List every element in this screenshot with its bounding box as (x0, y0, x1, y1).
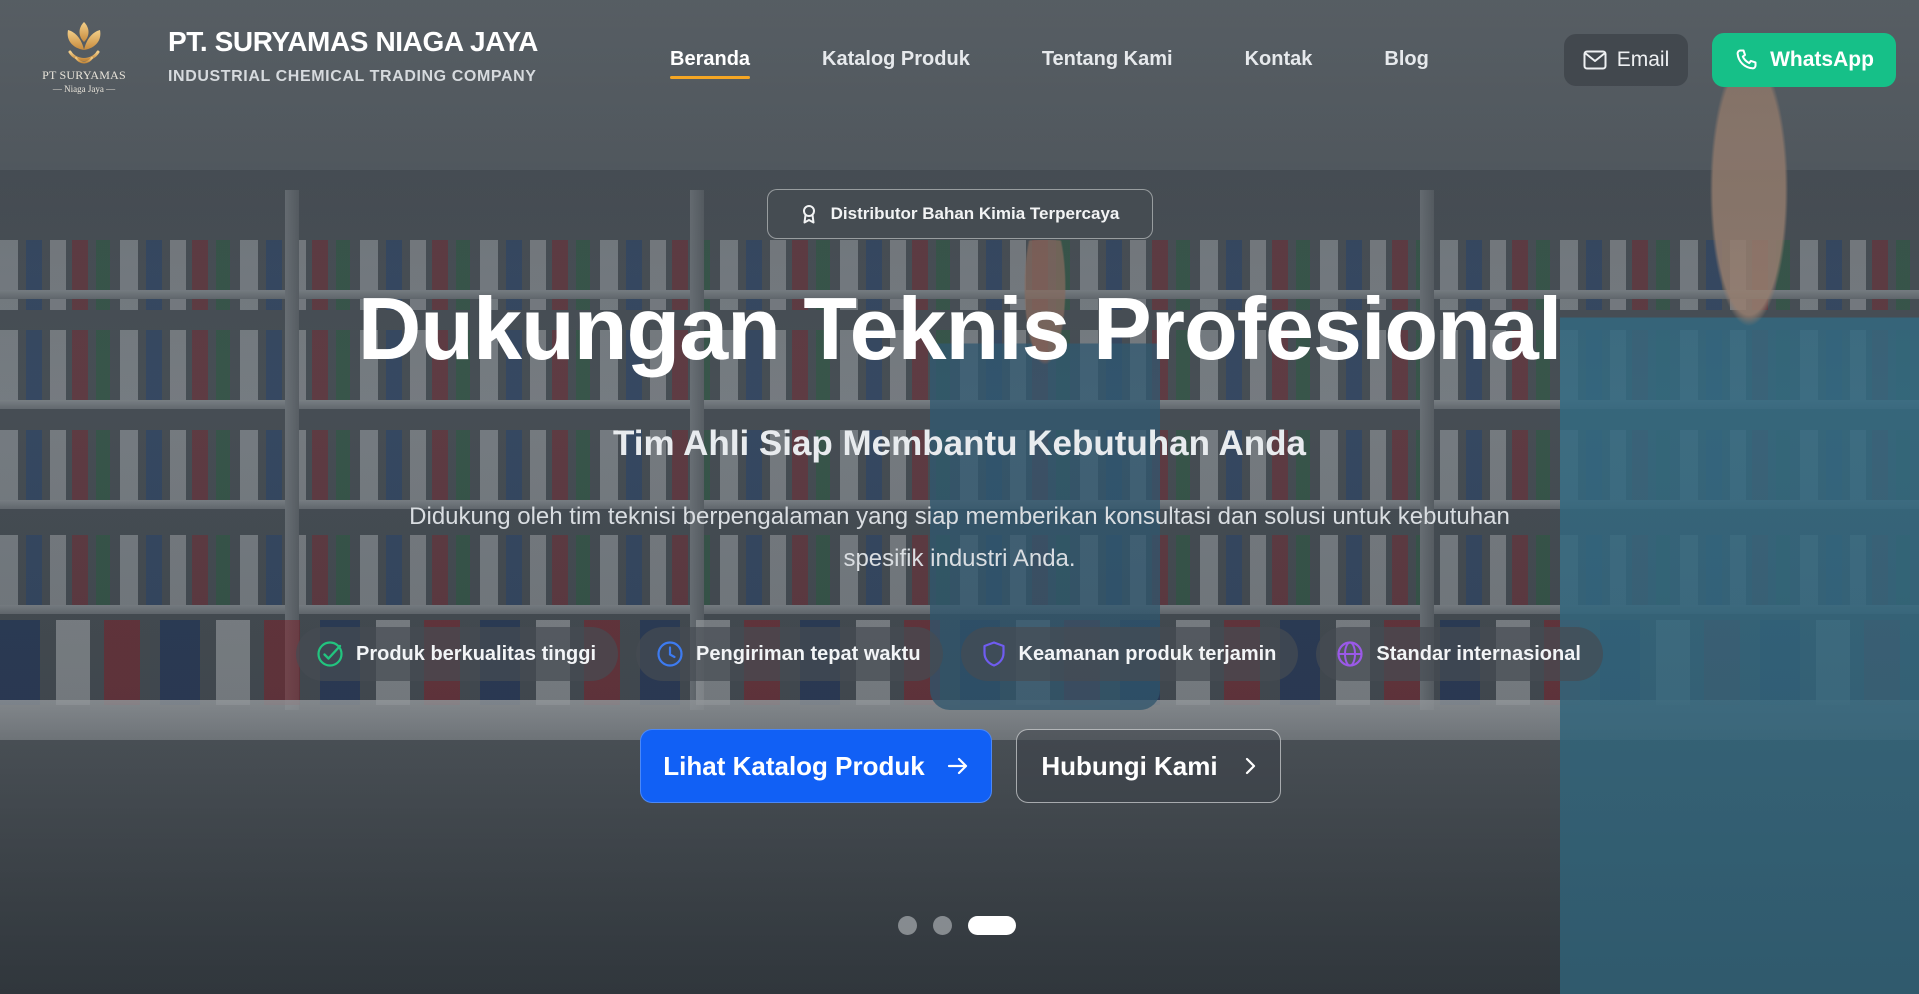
shield-icon (982, 641, 1005, 667)
feature-label: Keamanan produk terjamin (1018, 642, 1277, 665)
trust-badge: Distributor Bahan Kimia Terpercaya (767, 189, 1153, 239)
hero-section: Distributor Bahan Kimia Terpercaya Dukun… (0, 0, 1919, 994)
carousel-dot-3-active[interactable] (968, 916, 1016, 935)
hero-description: Didukung oleh tim teknisi berpengalaman … (409, 503, 1510, 572)
view-catalog-label: Lihat Katalog Produk (663, 750, 925, 781)
chevron-right-icon (1245, 757, 1255, 775)
clock-icon (657, 641, 683, 667)
carousel-indicators (898, 916, 1016, 935)
feature-pill-quality: Produk berkualitas tinggi (296, 627, 619, 681)
feature-pills: Produk berkualitas tinggi Pengiriman tep… (296, 627, 1603, 681)
feature-label: Standar internasional (1376, 642, 1581, 665)
feature-label: Produk berkualitas tinggi (356, 642, 597, 665)
carousel-dot-1[interactable] (898, 916, 917, 935)
hero-title: Dukungan Teknis Profesional (357, 279, 1563, 378)
view-catalog-button[interactable]: Lihat Katalog Produk (640, 729, 992, 803)
hero-subtitle: Tim Ahli Siap Membantu Kebutuhan Anda (613, 424, 1306, 463)
contact-us-button[interactable]: Hubungi Kami (1016, 729, 1281, 803)
contact-us-label: Hubungi Kami (1041, 750, 1218, 781)
feature-pill-standard: Standar internasional (1316, 627, 1603, 681)
feature-label: Pengiriman tepat waktu (696, 642, 921, 665)
award-icon (802, 205, 815, 224)
check-circle-icon (317, 641, 343, 667)
globe-icon (1337, 641, 1363, 667)
arrow-right-icon (947, 757, 967, 775)
feature-pill-delivery: Pengiriman tepat waktu (636, 627, 943, 681)
cta-group: Lihat Katalog Produk Hubungi Kami (640, 729, 1281, 803)
feature-pill-security: Keamanan produk terjamin (960, 627, 1299, 681)
carousel-dot-2[interactable] (933, 916, 952, 935)
trust-badge-label: Distributor Bahan Kimia Terpercaya (830, 204, 1120, 223)
